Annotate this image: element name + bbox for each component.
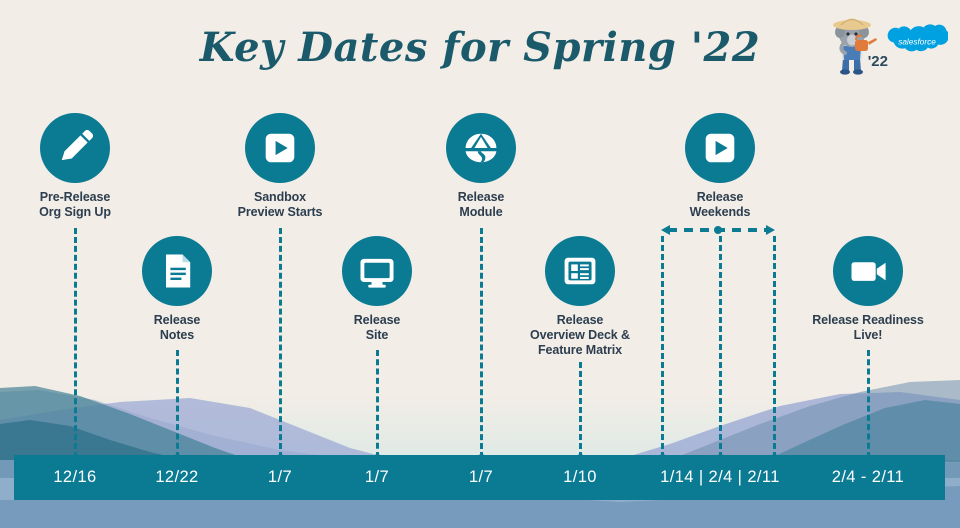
slide-layout-icon-badge[interactable] [545,236,615,306]
milestone-label: Release Site [302,313,452,343]
connector-line [773,236,776,458]
milestone-release-site[interactable]: Release Site [302,236,452,343]
milestone-label: Release Readiness Live! [793,313,943,343]
milestone-label-line: Pre-Release [39,190,111,204]
pencil-icon [53,126,97,170]
video-camera-icon-badge[interactable] [833,236,903,306]
milestone-label-line: Release [556,313,604,327]
document-icon-badge[interactable] [142,236,212,306]
trailhead-mountain-icon [459,126,503,170]
connector-line [661,236,664,458]
milestone-release-notes[interactable]: Release Notes [102,236,252,343]
milestone-label-line: Overview Deck & [530,327,630,342]
date-bar: 12/16 12/22 1/7 1/7 1/7 1/10 1/14 | 2/4 | 2/11… [14,455,945,500]
page-title: Key Dates for Spring '22 [199,24,761,71]
milestone-release-readiness-live[interactable]: Release Readiness Live! [793,236,943,343]
milestone-label: Pre-Release Org Sign Up [0,190,150,220]
astro-gardener-mascot: '22 [822,10,888,76]
milestone-release-weekends[interactable]: Release Weekends [645,113,795,220]
connector-line [74,228,77,458]
play-icon [698,126,742,170]
monitor-icon-badge[interactable] [342,236,412,306]
milestone-label-line: Preview Starts [237,204,323,219]
trailhead-mountain-icon-badge[interactable] [446,113,516,183]
milestone-label: Release Overview Deck & Feature Matrix [505,313,655,357]
milestone-label-line: Release [457,190,505,204]
milestone-label-line: Module [459,204,503,219]
milestone-label: Release Module [406,190,556,220]
slide-layout-icon [558,249,602,293]
milestone-release-overview-deck-feature-matrix[interactable]: Release Overview Deck & Feature Matrix [505,236,655,357]
milestone-label-line: Release [696,190,744,204]
connector-line [176,350,179,458]
milestone-label-line: Release Readiness [812,313,924,327]
connector-line [867,350,870,458]
milestone-label-line: Sandbox [253,190,307,204]
salesforce-logo-text: salesforce [898,38,936,47]
connector-line [579,362,582,458]
salesforce-logo: salesforce [887,24,948,52]
play-icon-badge[interactable] [685,113,755,183]
pencil-icon-badge[interactable] [40,113,110,183]
milestone-label: Release Weekends [645,190,795,220]
play-icon [258,126,302,170]
connector-line [480,228,483,458]
date-label: 1/10 [563,468,597,486]
milestone-label: Sandbox Preview Starts [205,190,355,220]
milestone-label-line: Release [153,313,201,327]
monitor-icon [355,249,399,293]
video-camera-icon [846,249,890,293]
milestone-label-line: Site [365,327,389,342]
release-weekends-bracket [661,225,775,235]
release-year-label: '22 [867,53,888,70]
date-label: 1/14 | 2/4 | 2/11 [660,468,780,486]
connector-line [719,236,722,458]
milestone-label-line: Org Sign Up [39,204,111,219]
milestone-sandbox-preview-starts[interactable]: Sandbox Preview Starts [205,113,355,220]
milestone-label-line: Release [353,313,401,327]
connector-line [376,350,379,458]
play-icon-badge[interactable] [245,113,315,183]
connector-line [279,228,282,458]
milestone-release-module[interactable]: Release Module [406,113,556,220]
milestone-label-line: Live! [853,327,883,342]
milestone-label: Release Notes [102,313,252,343]
slide-canvas: Key Dates for Spring '22 '22 salesforce … [0,0,960,528]
date-label: 2/4 - 2/11 [831,468,905,486]
milestone-label-line: Notes [159,327,195,342]
document-icon [155,249,199,293]
brand-lockup: '22 salesforce [822,10,948,76]
milestone-label-line: Weekends [689,204,751,219]
milestone-label-line: Feature Matrix [537,342,623,357]
milestone-pre-release-org-sign-up[interactable]: Pre-Release Org Sign Up [0,113,150,220]
